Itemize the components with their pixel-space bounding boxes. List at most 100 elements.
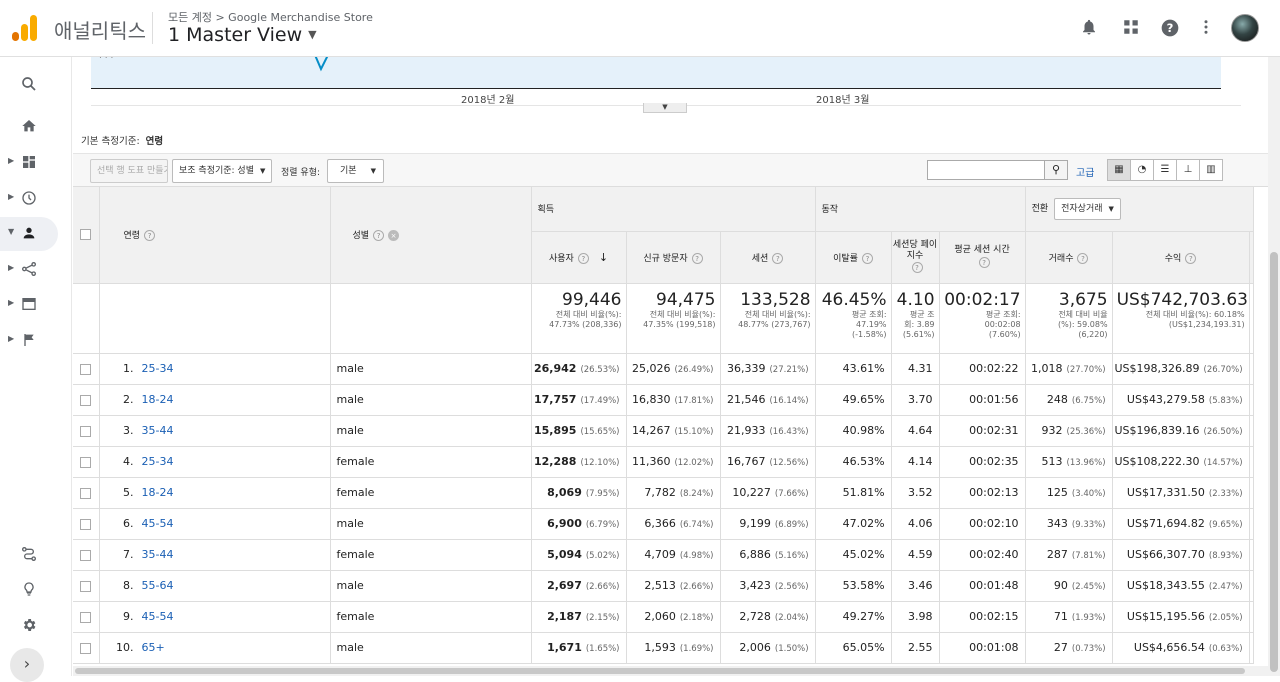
apps-icon[interactable] xyxy=(1120,18,1142,40)
discover-nav[interactable] xyxy=(0,573,72,607)
remove-dimension-icon[interactable]: × xyxy=(388,230,400,242)
conversions-nav[interactable]: ▶ xyxy=(0,324,72,358)
help-icon[interactable]: ? xyxy=(144,230,156,242)
sort-desc-icon[interactable]: ↓ xyxy=(599,251,608,264)
help-icon[interactable]: ? xyxy=(1159,18,1181,40)
col-revenue[interactable]: 수익? xyxy=(1112,231,1250,284)
table-search-input[interactable] xyxy=(927,160,1045,180)
help-icon[interactable]: ? xyxy=(577,252,589,264)
row-checkbox[interactable] xyxy=(80,611,92,623)
age-link[interactable]: 35-44 xyxy=(142,424,174,437)
row-checkbox[interactable] xyxy=(80,518,92,530)
help-icon[interactable]: ? xyxy=(373,230,385,242)
advanced-filter-link[interactable]: 고급 xyxy=(1076,164,1094,179)
realtime-nav[interactable]: ▶ xyxy=(0,182,72,216)
row-index: 6. xyxy=(123,517,134,530)
total-sub: (%): 59.08% xyxy=(1057,319,1108,329)
help-icon[interactable]: ? xyxy=(1077,252,1089,264)
age-link[interactable]: 18-24 xyxy=(142,393,174,406)
row-select-cell xyxy=(73,539,100,571)
horizontal-scrollbar[interactable] xyxy=(73,666,1268,676)
revenue-cell: US$108,222.30 (14.57%) xyxy=(1112,446,1250,478)
help-icon[interactable]: ? xyxy=(691,252,703,264)
age-link[interactable]: 25-34 xyxy=(142,362,174,375)
create-pivot-button[interactable]: 선택 행 도표 만들기 xyxy=(90,159,168,183)
age-link[interactable]: 65+ xyxy=(142,641,165,654)
scrollbar-thumb[interactable] xyxy=(75,668,1245,674)
users-cell: 26,942 (26.53%) xyxy=(531,353,627,385)
row-checkbox[interactable] xyxy=(80,425,92,437)
row-checkbox[interactable] xyxy=(80,642,92,654)
conversion-select[interactable]: 전자상거래 ▼ xyxy=(1054,197,1121,220)
col-age[interactable]: 연령? xyxy=(99,187,331,284)
help-icon[interactable]: ? xyxy=(772,252,784,264)
help-icon[interactable]: ? xyxy=(978,257,990,268)
scrollbar-thumb[interactable] xyxy=(1270,252,1278,672)
sort-type-select[interactable]: 기본 ▼ xyxy=(327,159,384,183)
col-transactions[interactable]: 거래수? xyxy=(1025,231,1113,284)
transactions-pct: (13.96%) xyxy=(1066,458,1106,468)
home-nav[interactable] xyxy=(0,110,72,144)
vertical-scrollbar[interactable] xyxy=(1268,57,1280,676)
search-button[interactable]: ⚲ xyxy=(1044,160,1068,180)
age-link[interactable]: 25-34 xyxy=(142,455,174,468)
help-icon[interactable]: ? xyxy=(1185,252,1197,264)
age-cell: 3. 35-44 xyxy=(99,415,331,447)
breadcrumb[interactable]: 모든 계정 > Google Merchandise Store xyxy=(168,9,373,25)
total-sub: 평균 조 xyxy=(909,309,935,319)
col-bounce-rate[interactable]: 이탈률? xyxy=(815,231,892,284)
pages-cell: 2.55 xyxy=(891,632,940,664)
comparison-view-icon[interactable]: ⊥ xyxy=(1176,159,1200,181)
row-checkbox[interactable] xyxy=(80,549,92,561)
sessions-value: 6,886 xyxy=(739,548,771,561)
table-view-icon[interactable]: ▦ xyxy=(1107,159,1131,181)
age-link[interactable]: 18-24 xyxy=(142,486,174,499)
audience-nav[interactable]: ▼ xyxy=(0,217,58,251)
behavior-nav[interactable]: ▶ xyxy=(0,288,72,322)
row-checkbox[interactable] xyxy=(80,456,92,468)
acquisition-nav[interactable]: ▶ xyxy=(0,253,72,287)
total-sub: 47.19% xyxy=(856,319,887,329)
col-pages-per-session[interactable]: 세션당 페이지수? xyxy=(891,231,940,284)
term-cloud-view-icon[interactable]: ▥ xyxy=(1199,159,1223,181)
search-nav[interactable] xyxy=(0,67,72,101)
admin-nav[interactable] xyxy=(0,609,72,643)
revenue-value: US$108,222.30 xyxy=(1114,455,1200,468)
row-checkbox[interactable] xyxy=(80,487,92,499)
performance-view-icon[interactable]: ☰ xyxy=(1153,159,1177,181)
help-icon[interactable]: ? xyxy=(911,262,923,273)
col-new-users[interactable]: 신규 방문자? xyxy=(626,231,721,284)
primary-dimension-value[interactable]: 연령 xyxy=(146,136,163,147)
help-icon[interactable]: ? xyxy=(861,252,873,264)
duration-cell: 00:02:15 xyxy=(939,601,1026,633)
bell-icon[interactable] xyxy=(1078,18,1100,40)
age-link[interactable]: 35-44 xyxy=(142,548,174,561)
select-all-checkbox[interactable] xyxy=(80,229,92,241)
age-link[interactable]: 45-54 xyxy=(142,517,174,530)
age-link[interactable]: 55-64 xyxy=(142,579,174,592)
age-link[interactable]: 45-54 xyxy=(142,610,174,623)
more-vert-icon[interactable] xyxy=(1195,18,1217,40)
transactions-value: 71 xyxy=(1053,610,1068,623)
row-checkbox[interactable] xyxy=(80,363,92,375)
view-selector[interactable]: 1 Master View ▼ xyxy=(168,24,317,46)
row-checkbox[interactable] xyxy=(80,580,92,592)
avatar[interactable] xyxy=(1231,14,1259,42)
collapse-chart-button[interactable]: ▼ xyxy=(643,103,687,113)
expand-nav-button[interactable]: › xyxy=(10,648,44,682)
row-checkbox[interactable] xyxy=(80,394,92,406)
app-name[interactable]: 애널리틱스 xyxy=(54,15,146,44)
col-avg-duration[interactable]: 평균 세션 시간? xyxy=(939,231,1026,284)
analytics-logo[interactable] xyxy=(12,15,38,41)
col-users[interactable]: 사용자? ↓ xyxy=(531,231,627,284)
attribution-nav[interactable] xyxy=(0,538,72,572)
secondary-dimension-select[interactable]: 보조 측정기준: 성별 ▼ xyxy=(172,159,273,183)
col-gender[interactable]: 성별? × xyxy=(330,187,532,284)
pages-cell: 3.46 xyxy=(891,570,940,602)
col-sessions[interactable]: 세션? xyxy=(720,231,816,284)
customization-nav[interactable]: ▶ xyxy=(0,146,72,180)
row-select-cell xyxy=(73,570,100,602)
sessions-pct: (6.89%) xyxy=(774,520,809,530)
table-toolbar: 선택 행 도표 만들기 보조 측정기준: 성별 ▼ 정렬 유형: 기본 ▼ ⚲ 고급… xyxy=(73,153,1268,187)
pie-view-icon[interactable]: ◔ xyxy=(1130,159,1154,181)
